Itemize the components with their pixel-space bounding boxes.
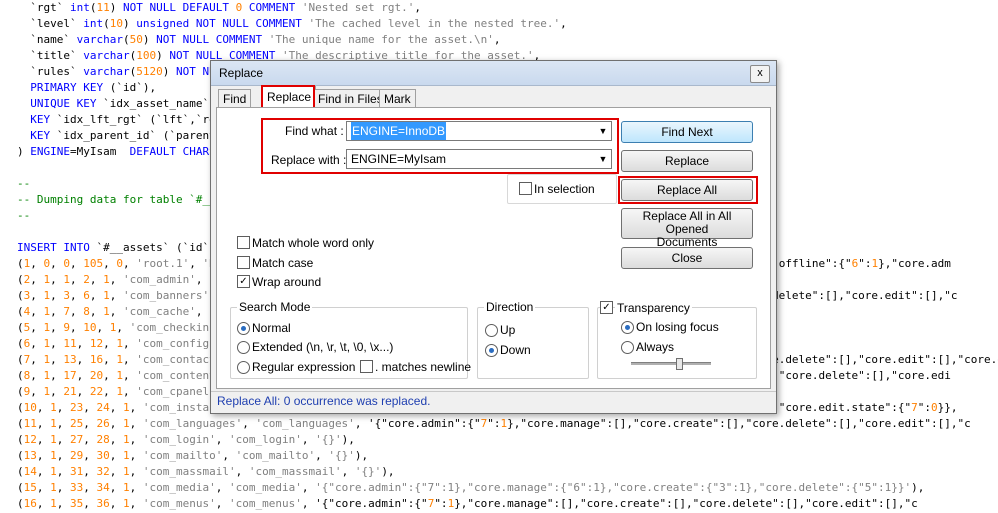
transparency-slider-thumb[interactable] bbox=[676, 358, 683, 370]
in-selection-checkbox[interactable] bbox=[519, 182, 532, 195]
code-line-text: `rgt` int(11) NOT NULL DEFAULT 0 COMMENT… bbox=[17, 1, 422, 14]
matches-newline-checkbox[interactable] bbox=[360, 360, 373, 373]
find-next-button[interactable]: Find Next bbox=[621, 121, 753, 143]
code-line-text: (12, 1, 27, 28, 1, 'com_login', 'com_log… bbox=[17, 433, 355, 446]
status-bar: Replace All: 0 occurrence was replaced. bbox=[211, 391, 776, 413]
direction-up-radio[interactable] bbox=[485, 324, 498, 337]
code-line-text: -- bbox=[17, 209, 31, 222]
on-losing-focus-radio[interactable] bbox=[621, 321, 634, 334]
replace-dialog: Replace x Find Replace Find in Files Mar… bbox=[210, 60, 777, 414]
search-mode-extended-label: Extended (\n, \r, \t, \0, \x...) bbox=[252, 340, 394, 354]
highlight-replace-all bbox=[618, 176, 758, 204]
direction-down-radio[interactable] bbox=[485, 344, 498, 357]
direction-up-label: Up bbox=[500, 323, 516, 337]
tab-mark[interactable]: Mark bbox=[379, 89, 416, 108]
search-mode-regex-radio[interactable] bbox=[237, 361, 250, 374]
dialog-titlebar[interactable]: Replace x bbox=[211, 61, 776, 86]
code-line-text: (15, 1, 33, 34, 1, 'com_media', 'com_med… bbox=[17, 481, 925, 494]
code-line-text: PRIMARY KEY (`id`), bbox=[30, 81, 157, 94]
match-case-label: Match case bbox=[252, 256, 314, 270]
search-mode-regex-label: Regular expression bbox=[252, 360, 356, 374]
always-label: Always bbox=[636, 340, 675, 354]
code-line-text: (16, 1, 35, 36, 1, 'com_menus', 'com_men… bbox=[17, 497, 918, 510]
direction-title: Direction bbox=[484, 300, 536, 314]
tab-find-in-files[interactable]: Find in Files bbox=[313, 89, 388, 108]
dialog-title: Replace bbox=[219, 66, 264, 80]
code-line-text: (13, 1, 29, 30, 1, 'com_mailto', 'com_ma… bbox=[17, 449, 369, 462]
always-radio[interactable] bbox=[621, 341, 634, 354]
search-mode-extended-radio[interactable] bbox=[237, 341, 250, 354]
matches-newline-label: . matches newline bbox=[375, 360, 472, 374]
in-selection-label: In selection bbox=[534, 182, 595, 196]
code-line-text: -- bbox=[17, 177, 31, 190]
transparency-slider-track[interactable] bbox=[631, 362, 711, 365]
code-line-text: `name` varchar(50) NOT NULL COMMENT 'The… bbox=[17, 33, 501, 46]
search-mode-normal-label: Normal bbox=[252, 321, 291, 335]
match-whole-word-checkbox[interactable] bbox=[237, 236, 250, 249]
replace-all-opened-button[interactable]: Replace All in All Opened Documents bbox=[621, 208, 753, 249]
highlight-fields bbox=[261, 118, 619, 174]
code-line-text: (14, 1, 31, 32, 1, 'com_massmail', 'com_… bbox=[17, 465, 395, 478]
search-mode-title: Search Mode bbox=[237, 300, 313, 314]
direction-group: Direction bbox=[477, 300, 589, 379]
replace-all-opened-line1: Replace All in All Opened bbox=[642, 209, 732, 236]
replace-button[interactable]: Replace bbox=[621, 150, 753, 172]
code-line-text: KEY `idx_lft_rgt` (`lft`,`rgt`), bbox=[30, 113, 243, 126]
match-case-checkbox[interactable] bbox=[237, 256, 250, 269]
code-line-text: (11, 1, 25, 26, 1, 'com_languages', 'com… bbox=[17, 417, 971, 430]
match-whole-word-label: Match whole word only bbox=[252, 236, 375, 250]
transparency-checkbox[interactable]: ✓ bbox=[600, 301, 613, 314]
direction-down-label: Down bbox=[500, 343, 531, 357]
close-icon[interactable]: x bbox=[750, 65, 770, 83]
on-losing-focus-label: On losing focus bbox=[636, 320, 719, 334]
tab-find[interactable]: Find bbox=[218, 89, 252, 108]
wrap-around-checkbox[interactable]: ✓ bbox=[237, 275, 250, 288]
code-line-text: `level` int(10) unsigned NOT NULL COMMEN… bbox=[17, 17, 567, 30]
transparency-title: Transparency bbox=[615, 301, 692, 315]
search-mode-normal-radio[interactable] bbox=[237, 322, 250, 335]
status-text: Replace All: 0 occurrence was replaced. bbox=[217, 394, 431, 408]
close-button[interactable]: Close bbox=[621, 247, 753, 269]
wrap-around-label: Wrap around bbox=[252, 275, 322, 289]
